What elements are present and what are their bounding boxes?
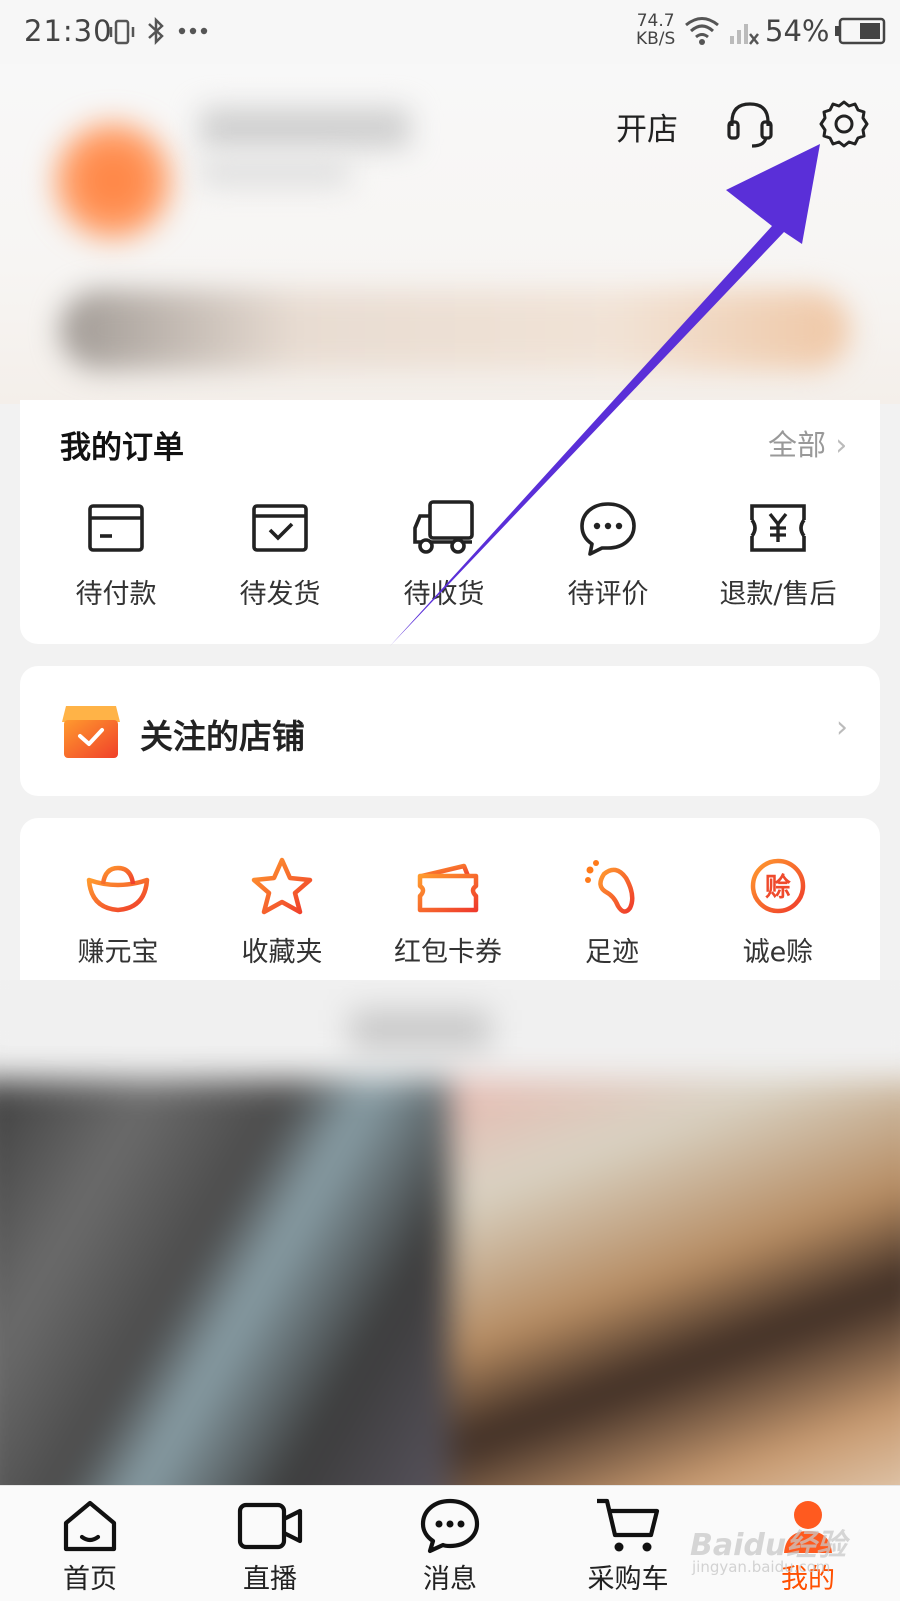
footprint-icon [585, 860, 635, 914]
tool-coupons[interactable]: 红包卡券 [366, 856, 530, 969]
watermark-url: jingyan.baidu.com [692, 1558, 831, 1576]
order-status-label: 退款/售后 [719, 579, 837, 610]
status-time: 21:30 [24, 14, 113, 48]
bluetooth-icon [148, 16, 164, 46]
orders-view-all-label: 全部 [768, 428, 827, 462]
order-status-label: 待评价 [567, 579, 649, 610]
user-name-redacted [200, 108, 410, 148]
refund-yen-icon [750, 504, 806, 552]
tool-footprints[interactable]: 足迹 [530, 856, 694, 969]
cellular-signal-icon [730, 24, 759, 45]
membership-bar-redacted[interactable] [60, 290, 850, 370]
order-status-refund[interactable]: 退款/售后 [696, 498, 860, 611]
battery-percent: 54% [765, 14, 830, 48]
vibrate-icon [109, 19, 135, 45]
feed-image-blurred [0, 980, 900, 1485]
order-status-label: 待收货 [403, 579, 485, 610]
coupon-ticket-icon [417, 863, 479, 913]
nav-label: 首页 [63, 1564, 117, 1595]
open-shop-button[interactable]: 开店 [616, 104, 678, 149]
tool-credit[interactable]: 赊 诚e赊 [696, 856, 860, 969]
battery-icon [835, 17, 886, 45]
star-icon [251, 857, 313, 915]
network-speed-value: 74.7 [636, 11, 675, 31]
nav-messages[interactable]: 消息 [390, 1497, 510, 1596]
nav-live[interactable]: 直播 [210, 1497, 330, 1596]
nav-label: 消息 [423, 1564, 477, 1595]
order-status-pending-payment[interactable]: 待付款 [34, 498, 198, 611]
customer-service-headset-icon[interactable] [724, 98, 776, 150]
nav-purchase-cart[interactable]: 采购车 [568, 1497, 688, 1596]
order-status-pending-review[interactable]: 待评价 [526, 498, 690, 611]
followed-shops-title: 关注的店铺 [140, 717, 305, 756]
tool-label: 红包卡券 [394, 937, 502, 968]
tool-earn-ingots[interactable]: 赚元宝 [36, 856, 200, 969]
order-status-label: 待发货 [239, 579, 321, 610]
comment-bubble-icon [580, 502, 636, 556]
network-speed: 74.7 KB/S [636, 12, 675, 48]
settings-gear-icon[interactable] [818, 98, 870, 150]
tool-label: 收藏夹 [241, 937, 323, 968]
gold-ingot-icon [86, 865, 150, 913]
orders-title: 我的订单 [60, 430, 184, 466]
wifi-icon [685, 17, 719, 45]
message-bubble-icon [420, 1498, 480, 1554]
nav-home[interactable]: 首页 [30, 1497, 150, 1596]
user-subtitle-redacted [200, 160, 350, 186]
orders-view-all-link[interactable]: 全部 › [768, 422, 847, 464]
video-camera-icon [237, 1502, 303, 1550]
delivery-truck-icon [413, 500, 474, 554]
wallet-card-icon [88, 504, 144, 552]
shopping-cart-icon [597, 1498, 660, 1552]
credit-badge-icon: 赊 [750, 858, 806, 914]
order-status-pending-receipt[interactable]: 待收货 [362, 498, 526, 611]
nav-label: 直播 [243, 1564, 297, 1595]
tool-favorites[interactable]: 收藏夹 [200, 856, 364, 969]
tool-label: 诚e赊 [742, 937, 814, 968]
credit-badge-char: 赊 [765, 872, 791, 903]
package-check-icon [252, 504, 308, 552]
order-status-pending-shipment[interactable]: 待发货 [198, 498, 362, 611]
tool-label: 足迹 [585, 937, 639, 968]
recommendation-feed[interactable] [0, 980, 900, 1485]
order-status-label: 待付款 [75, 579, 157, 610]
network-speed-unit: KB/S [636, 29, 676, 49]
shop-bag-icon [62, 706, 120, 758]
more-dots-icon [178, 27, 208, 35]
tool-label: 赚元宝 [77, 937, 159, 968]
home-icon [63, 1500, 117, 1552]
avatar[interactable] [52, 120, 174, 242]
chevron-right-icon: › [835, 428, 848, 463]
chevron-right-icon: › [836, 710, 848, 745]
nav-label: 采购车 [587, 1564, 669, 1595]
